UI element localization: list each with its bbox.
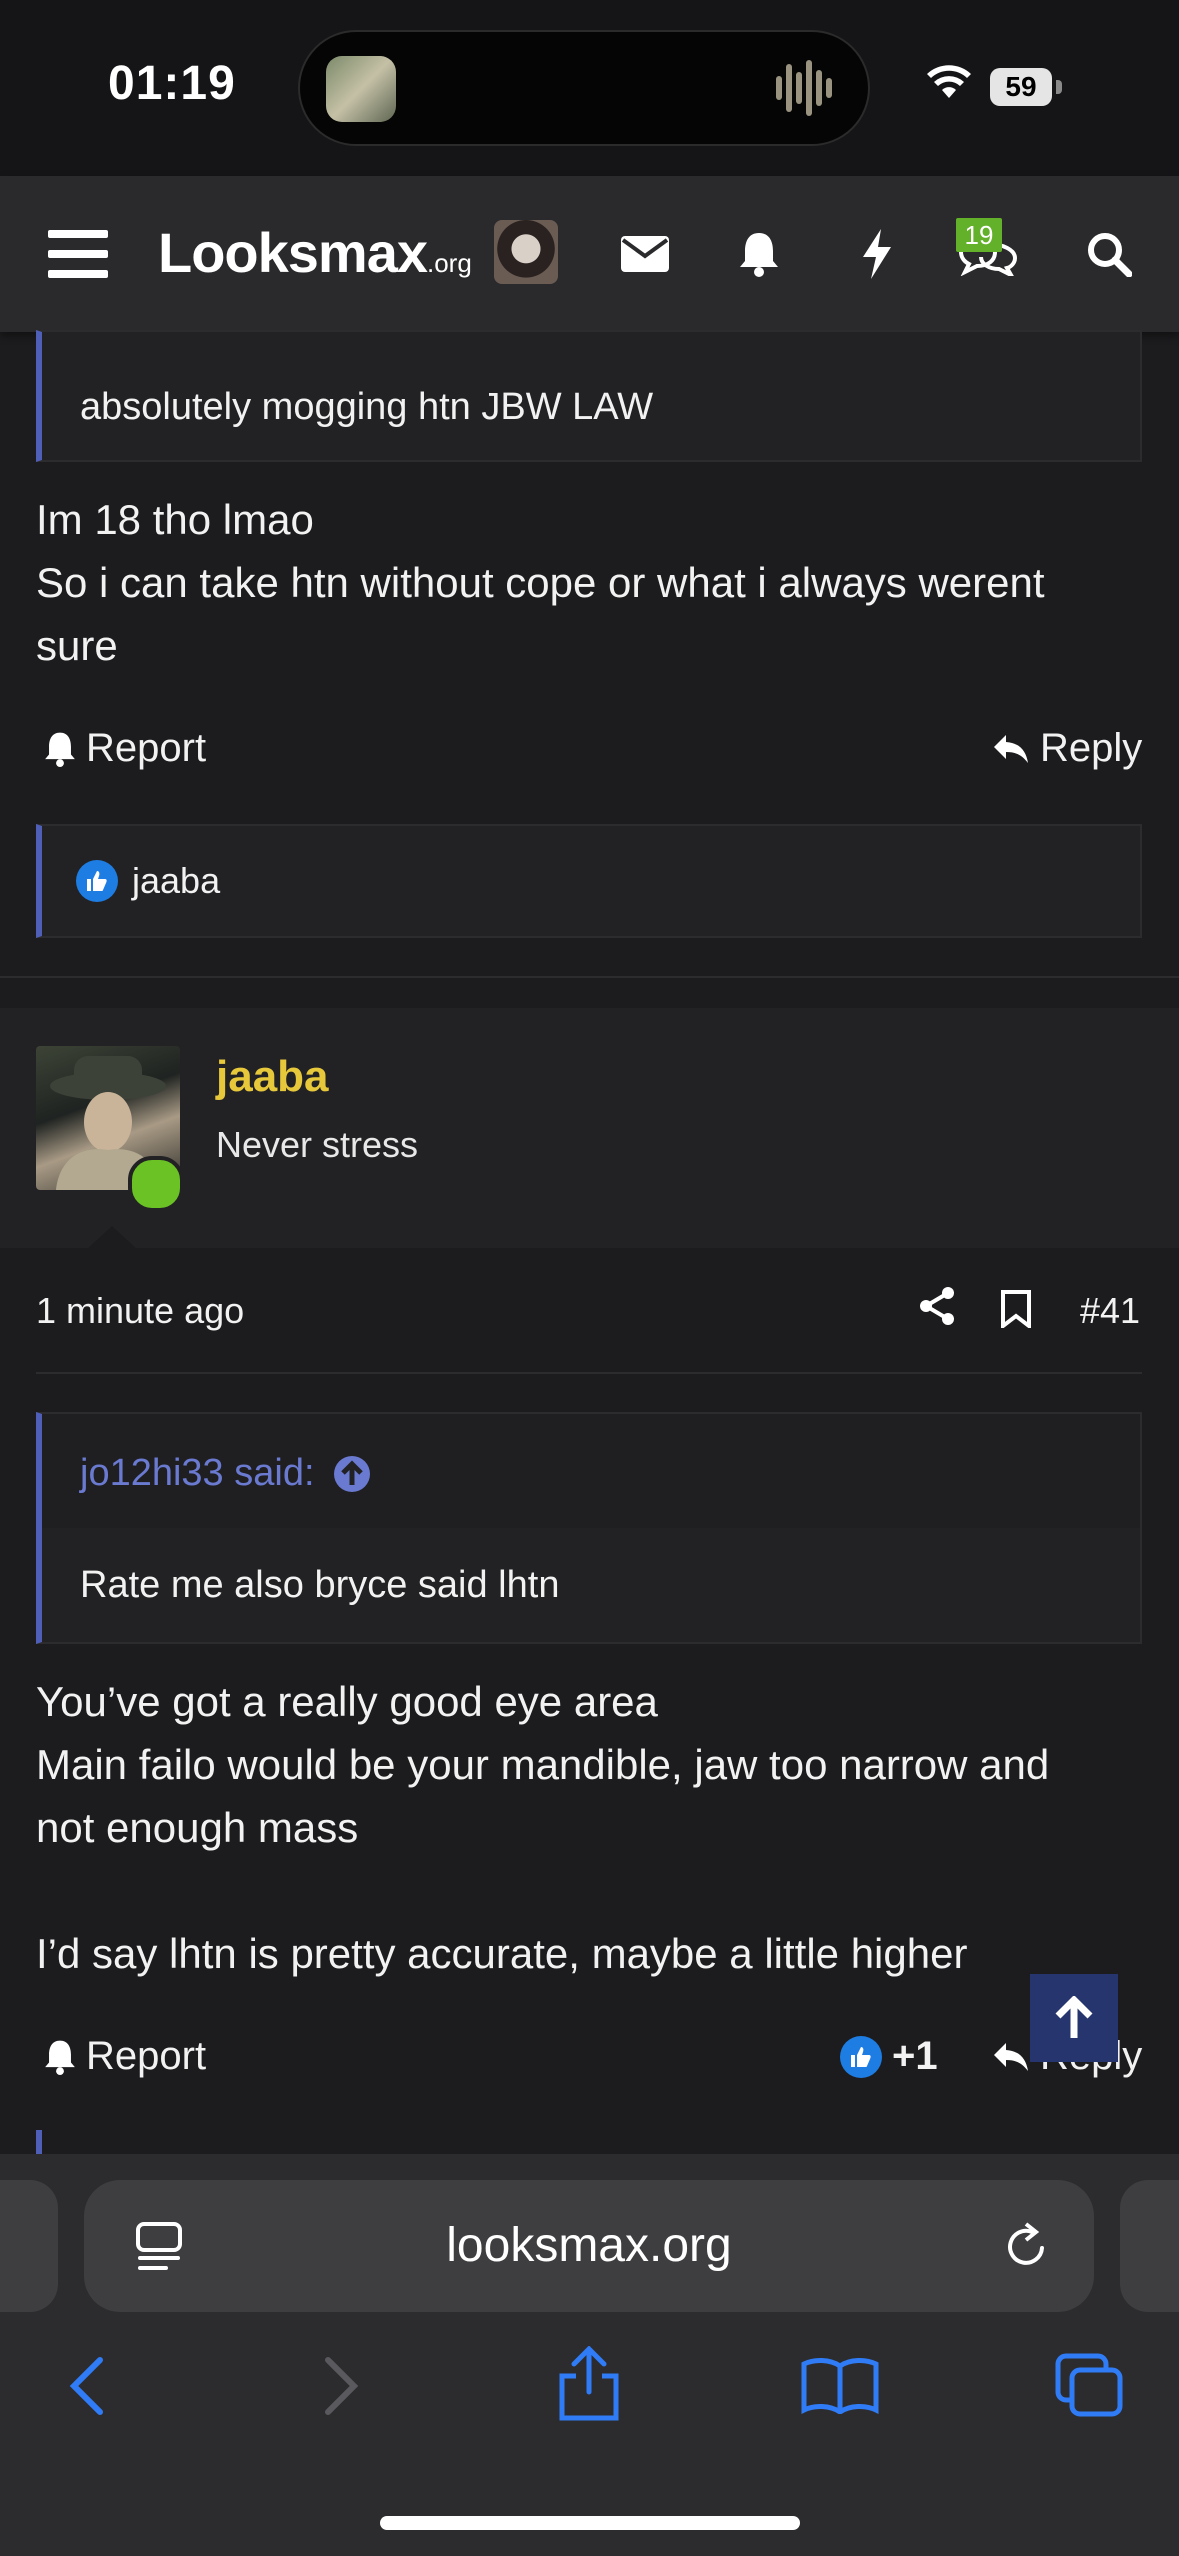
report-label: Report	[86, 2034, 207, 2078]
share-icon[interactable]	[918, 1286, 956, 1331]
bell-icon[interactable]	[724, 176, 794, 332]
report-label: Report	[86, 726, 207, 770]
home-indicator	[380, 2516, 800, 2530]
lightning-icon[interactable]	[842, 176, 912, 332]
audio-waveform-icon	[776, 60, 832, 116]
post-body-line: sure	[36, 622, 118, 669]
bookmarks-icon[interactable]	[800, 2356, 880, 2414]
url-text: looksmax.org	[446, 2219, 732, 2272]
status-time: 01:19	[108, 57, 236, 110]
reply-button[interactable]: Reply	[992, 726, 1142, 771]
chat-badge: 19	[956, 218, 1002, 252]
battery-nub	[1056, 80, 1062, 94]
post-timestamp[interactable]: 1 minute ago	[36, 1290, 244, 1332]
report-button[interactable]: Report	[44, 2034, 206, 2079]
like-icon	[76, 860, 118, 902]
post-body-line: So i can take htn without cope or what i…	[36, 559, 1045, 606]
bookmark-icon[interactable]	[1000, 1290, 1032, 1333]
report-button[interactable]: Report	[44, 726, 206, 771]
logo-suffix: .org	[427, 248, 472, 278]
post-body-line: You’ve got a really good eye area	[36, 1678, 658, 1725]
post-body-line: I’d say lhtn is pretty accurate, maybe a…	[36, 1930, 968, 1977]
previous-tab-preview[interactable]	[0, 2180, 58, 2312]
search-icon[interactable]	[1074, 176, 1144, 332]
reply-arrow-icon	[994, 2042, 1028, 2071]
quote-text: absolutely mogging htn JBW LAW	[80, 386, 654, 428]
quote-block: absolutely mogging htn JBW LAW	[36, 330, 1142, 462]
hamburger-menu-icon[interactable]	[40, 176, 116, 332]
quote-text: Rate me also bryce said lhtn	[80, 1564, 560, 1606]
like-icon	[840, 2035, 882, 2078]
reply-label: Reply	[1040, 726, 1143, 770]
reload-icon[interactable]	[1004, 2222, 1050, 2270]
envelope-icon[interactable]	[610, 176, 680, 332]
like-count: +1	[892, 2034, 938, 2078]
header-pointer	[86, 1226, 138, 1250]
like-button[interactable]: +1	[840, 2034, 938, 2079]
scroll-to-top-button[interactable]	[1030, 1974, 1118, 2062]
post-body-line: Im 18 tho lmao	[36, 496, 314, 543]
bell-icon	[45, 2040, 75, 2075]
arrow-up-circle-icon	[333, 1455, 370, 1492]
back-icon[interactable]	[66, 2356, 106, 2416]
next-tab-preview[interactable]	[1120, 2180, 1179, 2312]
online-status-indicator	[128, 1156, 184, 1212]
divider	[36, 1372, 1142, 1374]
logo-text: Looksmax	[158, 221, 428, 284]
site-logo[interactable]: Looksmax.org	[158, 220, 472, 285]
quote-author: jo12hi33 said:	[80, 1452, 315, 1494]
post-body-line: Main failo would be your mandible, jaw t…	[36, 1741, 1050, 1788]
now-playing-artwork	[326, 56, 396, 122]
share-sheet-icon[interactable]	[556, 2346, 622, 2422]
reactions-bar[interactable]: jaaba	[36, 824, 1142, 938]
user-title: Never stress	[216, 1124, 419, 1165]
wifi-icon	[927, 65, 971, 98]
battery-indicator: 59	[990, 68, 1052, 106]
arrow-up-icon	[1055, 1996, 1093, 2038]
post-body-line: not enough mass	[36, 1804, 359, 1851]
next-quote-edge	[36, 2130, 42, 2154]
reply-arrow-icon	[994, 734, 1028, 763]
user-avatar-nav[interactable]	[494, 220, 558, 284]
site-header: Looksmax.org	[0, 176, 1179, 332]
quote-author-link[interactable]: jo12hi33 said:	[80, 1452, 371, 1495]
conversations-icon[interactable]	[952, 176, 1026, 332]
bell-icon	[45, 732, 75, 767]
post-username[interactable]: jaaba	[216, 1052, 329, 1102]
forward-icon[interactable]	[322, 2356, 362, 2416]
post-number[interactable]: #41	[1080, 1290, 1140, 1332]
tabs-icon[interactable]	[1054, 2352, 1124, 2418]
liked-by-user[interactable]: jaaba	[132, 860, 220, 902]
post-separator	[0, 976, 1179, 978]
quote-block: jo12hi33 said: Rate me also bryce said l…	[36, 1412, 1142, 1644]
